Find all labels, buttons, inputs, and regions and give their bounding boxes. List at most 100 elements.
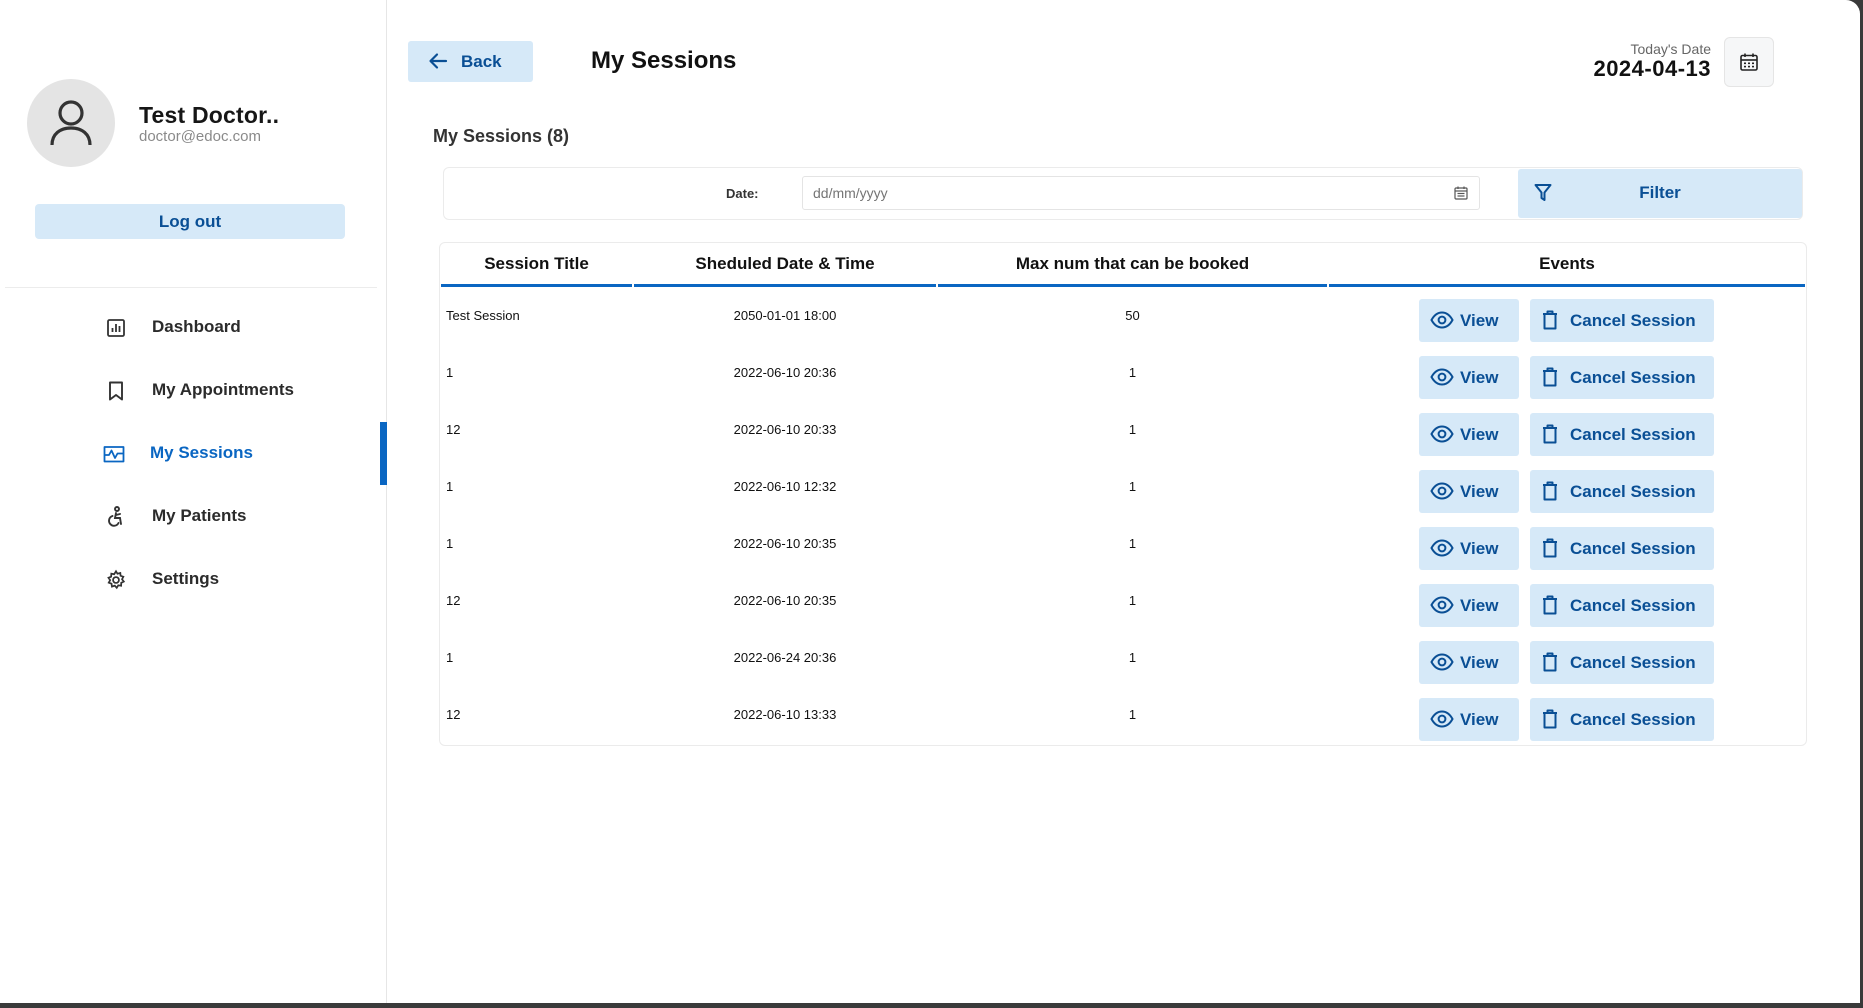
cancel-session-button[interactable]: Cancel Session xyxy=(1530,413,1714,456)
trash-icon xyxy=(1542,367,1558,392)
max-bookings-cell: 1 xyxy=(1128,365,1137,380)
cancel-session-button[interactable]: Cancel Session xyxy=(1530,356,1714,399)
session-title-cell: 1 xyxy=(446,536,454,551)
sidebar-item-label: Dashboard xyxy=(152,317,241,336)
sessions-count-heading: My Sessions (8) xyxy=(433,126,570,146)
view-button[interactable]: View xyxy=(1419,356,1519,399)
max-bookings-cell: 50 xyxy=(1125,308,1140,323)
calendar-button[interactable] xyxy=(1724,37,1774,87)
trash-icon xyxy=(1542,310,1558,335)
session-title-cell: Test Session xyxy=(446,308,520,323)
profile-email: doctor@edoc.com xyxy=(139,128,261,145)
view-button[interactable]: View xyxy=(1419,698,1519,741)
scheduled-datetime-cell: 2050-01-01 18:00 xyxy=(733,308,837,323)
cancel-session-button[interactable]: Cancel Session xyxy=(1530,470,1714,513)
view-label: View xyxy=(1460,311,1499,330)
cancel-session-label: Cancel Session xyxy=(1570,710,1696,729)
active-indicator xyxy=(380,422,387,485)
cancel-session-button[interactable]: Cancel Session xyxy=(1530,641,1714,684)
session-title-cell: 1 xyxy=(446,650,454,665)
view-label: View xyxy=(1460,368,1499,387)
back-label: Back xyxy=(461,52,502,71)
view-button[interactable]: View xyxy=(1419,413,1519,456)
view-button[interactable]: View xyxy=(1419,470,1519,513)
eye-icon xyxy=(1430,539,1454,562)
eye-icon xyxy=(1430,653,1454,676)
cancel-session-button[interactable]: Cancel Session xyxy=(1530,527,1714,570)
eye-icon xyxy=(1430,710,1454,733)
cancel-session-label: Cancel Session xyxy=(1570,539,1696,558)
trash-icon xyxy=(1542,709,1558,734)
logout-button[interactable]: Log out xyxy=(35,204,345,239)
cancel-session-label: Cancel Session xyxy=(1570,653,1696,672)
trash-icon xyxy=(1542,595,1558,620)
date-filter-input[interactable] xyxy=(802,176,1480,210)
view-button[interactable]: View xyxy=(1419,299,1519,342)
sidebar-item-dashboard[interactable]: Dashboard xyxy=(0,296,387,359)
sidebar-item-label: My Appointments xyxy=(152,380,294,399)
today-date-label: Today's Date xyxy=(1630,41,1712,57)
filter-button[interactable]: Filter xyxy=(1518,169,1802,218)
profile-name: Test Doctor.. xyxy=(139,102,280,128)
scheduled-datetime-cell: 2022-06-24 20:36 xyxy=(733,650,837,665)
app-window: Test Doctor.. doctor@edoc.com Log out Da… xyxy=(0,0,1860,1003)
scheduled-datetime-cell: 2022-06-10 20:35 xyxy=(733,536,837,551)
scheduled-datetime-cell: 2022-06-10 20:36 xyxy=(733,365,837,380)
cancel-session-label: Cancel Session xyxy=(1570,368,1696,387)
view-label: View xyxy=(1460,539,1499,558)
sidebar: Test Doctor.. doctor@edoc.com Log out Da… xyxy=(0,0,387,1003)
back-button[interactable]: Back xyxy=(408,41,533,82)
calendar-icon xyxy=(1740,53,1758,71)
avatar xyxy=(27,79,115,167)
date-filter-label: Date: xyxy=(726,186,759,201)
today-date-value: 2024-04-13 xyxy=(1593,56,1711,81)
session-title-cell: 12 xyxy=(446,422,461,437)
eye-icon xyxy=(1430,425,1454,448)
scheduled-datetime-cell: 2022-06-10 20:33 xyxy=(733,422,837,437)
eye-icon xyxy=(1430,596,1454,619)
bookmark-icon xyxy=(104,379,128,403)
sessions-icon xyxy=(102,442,126,466)
column-header-events: Events xyxy=(1329,254,1805,287)
sidebar-item-label: My Sessions xyxy=(150,443,253,462)
cancel-session-button[interactable]: Cancel Session xyxy=(1530,584,1714,627)
view-label: View xyxy=(1460,710,1499,729)
column-header-max-bookings: Max num that can be booked xyxy=(938,254,1327,287)
sidebar-item-my-appointments[interactable]: My Appointments xyxy=(0,359,387,422)
view-button[interactable]: View xyxy=(1419,584,1519,627)
cancel-session-button[interactable]: Cancel Session xyxy=(1530,698,1714,741)
cancel-session-label: Cancel Session xyxy=(1570,425,1696,444)
calendar-picker-icon[interactable] xyxy=(1454,186,1468,200)
scheduled-datetime-cell: 2022-06-10 12:32 xyxy=(733,479,837,494)
patient-icon xyxy=(104,505,128,529)
column-header-scheduled-date: Sheduled Date & Time xyxy=(634,254,936,287)
column-header-session-title: Session Title xyxy=(441,254,632,287)
trash-icon xyxy=(1542,652,1558,677)
view-label: View xyxy=(1460,596,1499,615)
sidebar-item-settings[interactable]: Settings xyxy=(0,548,387,611)
sidebar-item-my-patients[interactable]: My Patients xyxy=(0,485,387,548)
arrow-left-icon xyxy=(428,52,448,75)
eye-icon xyxy=(1430,311,1454,334)
max-bookings-cell: 1 xyxy=(1128,536,1137,551)
view-label: View xyxy=(1460,425,1499,444)
session-title-cell: 1 xyxy=(446,365,454,380)
sidebar-item-label: Settings xyxy=(152,569,220,588)
sidebar-item-label: My Patients xyxy=(152,506,247,525)
sidebar-item-my-sessions[interactable]: My Sessions xyxy=(0,422,387,485)
session-title-cell: 1 xyxy=(446,479,454,494)
session-title-cell: 12 xyxy=(446,707,461,722)
view-label: View xyxy=(1460,482,1499,501)
cancel-session-label: Cancel Session xyxy=(1570,596,1696,615)
user-icon xyxy=(50,100,92,146)
view-button[interactable]: View xyxy=(1419,641,1519,684)
view-button[interactable]: View xyxy=(1419,527,1519,570)
max-bookings-cell: 1 xyxy=(1128,593,1137,608)
max-bookings-cell: 1 xyxy=(1128,479,1137,494)
page-title: My Sessions xyxy=(591,47,737,74)
trash-icon xyxy=(1542,538,1558,563)
max-bookings-cell: 1 xyxy=(1128,422,1137,437)
cancel-session-button[interactable]: Cancel Session xyxy=(1530,299,1714,342)
eye-icon xyxy=(1430,368,1454,391)
view-label: View xyxy=(1460,653,1499,672)
